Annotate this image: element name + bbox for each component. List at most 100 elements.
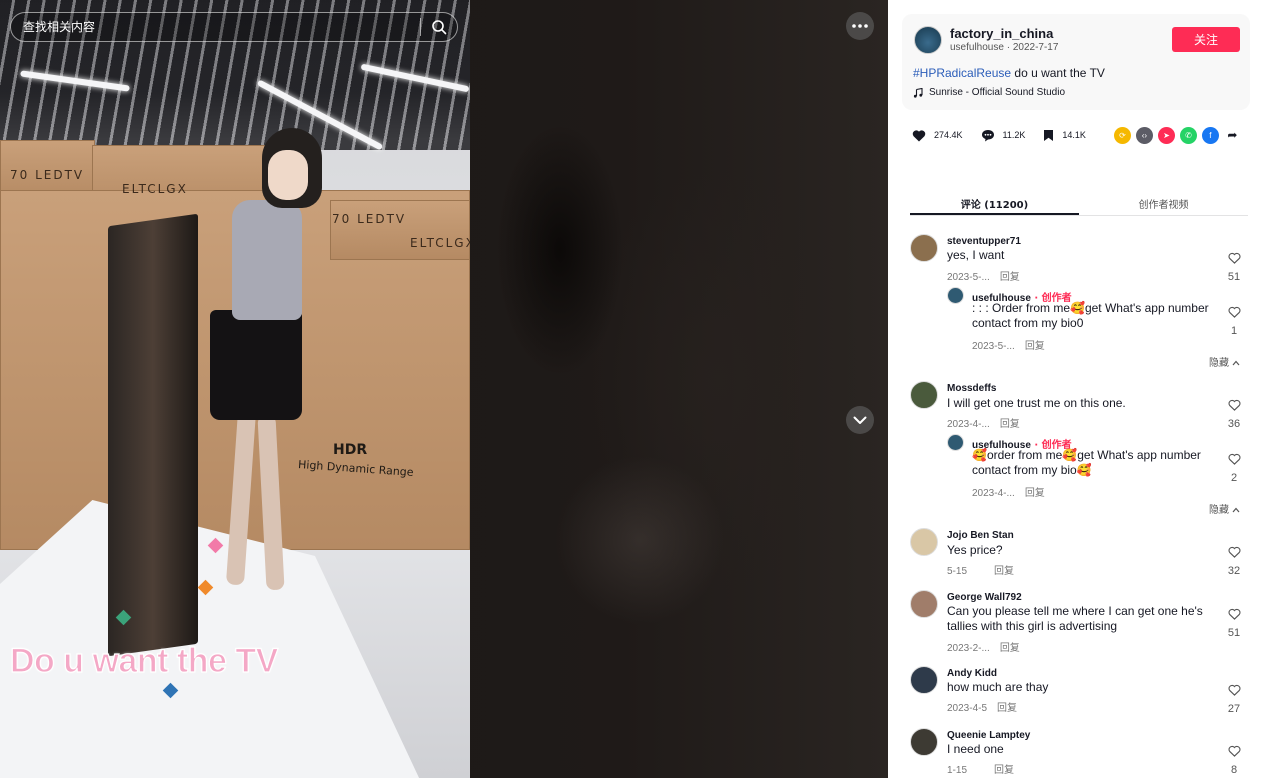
author-name[interactable]: factory_in_china: [950, 26, 1053, 41]
commenter-name[interactable]: Queenie Lamptey: [947, 730, 1030, 741]
commenter-name[interactable]: steventupper71: [947, 236, 1021, 247]
commenter-avatar[interactable]: [910, 590, 938, 618]
reply-button[interactable]: 回复: [1025, 488, 1045, 499]
tab-creator-videos[interactable]: 创作者视频: [1079, 188, 1248, 215]
reply-button[interactable]: 回复: [994, 765, 1014, 776]
commenter-name[interactable]: Mossdeffs: [947, 383, 996, 394]
commenter-avatar[interactable]: [910, 666, 938, 694]
heart-outline-icon: [1228, 252, 1240, 264]
heart-outline-icon: [1228, 684, 1240, 696]
heart-outline-icon: [1228, 399, 1240, 411]
comment-text: Yes price?: [947, 543, 1003, 557]
comment-like[interactable]: 32: [1223, 545, 1245, 577]
person-face: [268, 150, 308, 200]
comment-meta: 2023-4-5 回复: [947, 703, 1018, 714]
video-frame[interactable]: 70 LEDTV ELTCLGX 70 LEDTV ELTCLGX HDR Hi…: [0, 0, 470, 778]
tv-panel: [108, 213, 198, 657]
like-button[interactable]: 274.4K: [912, 129, 963, 142]
reply-meta: 2023-5-... 回复: [972, 341, 1045, 352]
reply-avatar[interactable]: [947, 434, 964, 451]
send-icon[interactable]: ➤: [1157, 126, 1175, 144]
commenter-avatar[interactable]: [910, 528, 938, 556]
search-button[interactable]: [421, 12, 457, 42]
comment-like-count: 8: [1230, 764, 1238, 776]
search-icon: [432, 20, 447, 35]
reply-avatar[interactable]: [947, 287, 964, 304]
hide-replies-button[interactable]: 隐藏: [1209, 354, 1240, 369]
comment-like[interactable]: 51: [1223, 251, 1245, 283]
reply-like-count: 2: [1230, 472, 1238, 484]
reply-button[interactable]: 回复: [997, 703, 1017, 714]
hide-replies-button[interactable]: 隐藏: [1209, 501, 1240, 516]
commenter-name[interactable]: Jojo Ben Stan: [947, 530, 1014, 541]
heart-outline-icon: [1228, 745, 1240, 757]
tab-bar: 评论 (11200) 创作者视频: [910, 188, 1248, 216]
reply-button[interactable]: 回复: [994, 566, 1014, 577]
next-video-button[interactable]: [846, 406, 874, 434]
comment-meta: 1-15 回复: [947, 765, 1015, 776]
comment-icon: [981, 129, 994, 141]
reply-like[interactable]: 2: [1223, 452, 1245, 484]
comment-button[interactable]: 11.2K: [981, 129, 1026, 142]
description-text: do u want the TV: [1011, 66, 1105, 80]
comment-text: I need one: [947, 742, 1004, 756]
box-label: 70 LEDTV: [332, 212, 407, 226]
whatsapp-icon[interactable]: ✆: [1179, 126, 1197, 144]
follow-button[interactable]: 关注: [1172, 27, 1240, 52]
more-options-button[interactable]: [846, 12, 874, 40]
person-skirt: [210, 310, 302, 420]
save-count: 14.1K: [1062, 130, 1086, 140]
comment-like-count: 51: [1227, 271, 1241, 283]
video-caption: Do u want the TV: [9, 641, 278, 680]
commenter-avatar[interactable]: [910, 381, 938, 409]
comment-like[interactable]: 27: [1223, 683, 1245, 715]
bookmark-button[interactable]: 14.1K: [1043, 129, 1086, 142]
comment-count: 11.2K: [1002, 130, 1026, 140]
search-input[interactable]: [11, 13, 420, 41]
hashtag-link[interactable]: #HPRadicalReuse: [913, 66, 1011, 80]
share-arrow-icon[interactable]: ➦: [1223, 126, 1241, 144]
reply-button[interactable]: 回复: [1000, 272, 1020, 283]
comment-like[interactable]: 36: [1223, 398, 1245, 430]
commenter-avatar[interactable]: [910, 728, 938, 756]
bookmark-icon: [1044, 129, 1054, 141]
chevron-up-icon: [1232, 360, 1240, 366]
box-label: ELTCLGX: [122, 182, 188, 196]
facebook-icon[interactable]: f: [1201, 126, 1219, 144]
reply-like[interactable]: 1: [1223, 305, 1245, 337]
reply-button[interactable]: 回复: [1025, 341, 1045, 352]
comment-meta: 2023-4-... 回复: [947, 419, 1020, 430]
heart-outline-icon: [1228, 546, 1240, 558]
commenter-name[interactable]: George Wall792: [947, 592, 1022, 603]
reply-button[interactable]: 回复: [1000, 419, 1020, 430]
repost-icon[interactable]: ⟳: [1113, 126, 1131, 144]
music-link[interactable]: Sunrise - Official Sound Studio: [913, 87, 1065, 98]
embed-icon[interactable]: ‹›: [1135, 126, 1153, 144]
comment-like[interactable]: 8: [1223, 744, 1245, 776]
heart-outline-icon: [1228, 453, 1240, 465]
music-title: Sunrise - Official Sound Studio: [929, 87, 1066, 98]
person-body: [232, 200, 302, 320]
comment-like-count: 32: [1227, 565, 1241, 577]
commenter-avatar[interactable]: [910, 234, 938, 262]
comment-meta: 2023-2-... 回复: [947, 643, 1020, 654]
comment-text: yes, I want: [947, 248, 1005, 262]
commenter-name[interactable]: Andy Kidd: [947, 668, 997, 679]
chevron-down-icon: [853, 416, 867, 424]
search-bar[interactable]: [10, 12, 458, 42]
video-player-area[interactable]: 70 LEDTV ELTCLGX 70 LEDTV ELTCLGX HDR Hi…: [0, 0, 888, 778]
reply-meta: 2023-4-... 回复: [972, 488, 1045, 499]
author-avatar[interactable]: [914, 26, 942, 54]
comment-like[interactable]: 51: [1223, 607, 1245, 639]
box-label: ELTCLGX: [410, 236, 470, 250]
tv-box: [330, 200, 470, 260]
heart-outline-icon: [1228, 306, 1240, 318]
comment-like-count: 36: [1227, 418, 1241, 430]
box-label: 70 LEDTV: [10, 168, 85, 182]
reply-button[interactable]: 回复: [1000, 643, 1020, 654]
reply-text: : : : Order from me🥰get What's app numbe…: [972, 301, 1209, 330]
side-panel: factory_in_china usefulhouse · 2022-7-17…: [888, 0, 1263, 778]
comment-text: Can you please tell me where I can get o…: [947, 604, 1203, 633]
author-handle-date: usefulhouse · 2022-7-17: [950, 42, 1059, 53]
tab-comments[interactable]: 评论 (11200): [910, 188, 1079, 215]
